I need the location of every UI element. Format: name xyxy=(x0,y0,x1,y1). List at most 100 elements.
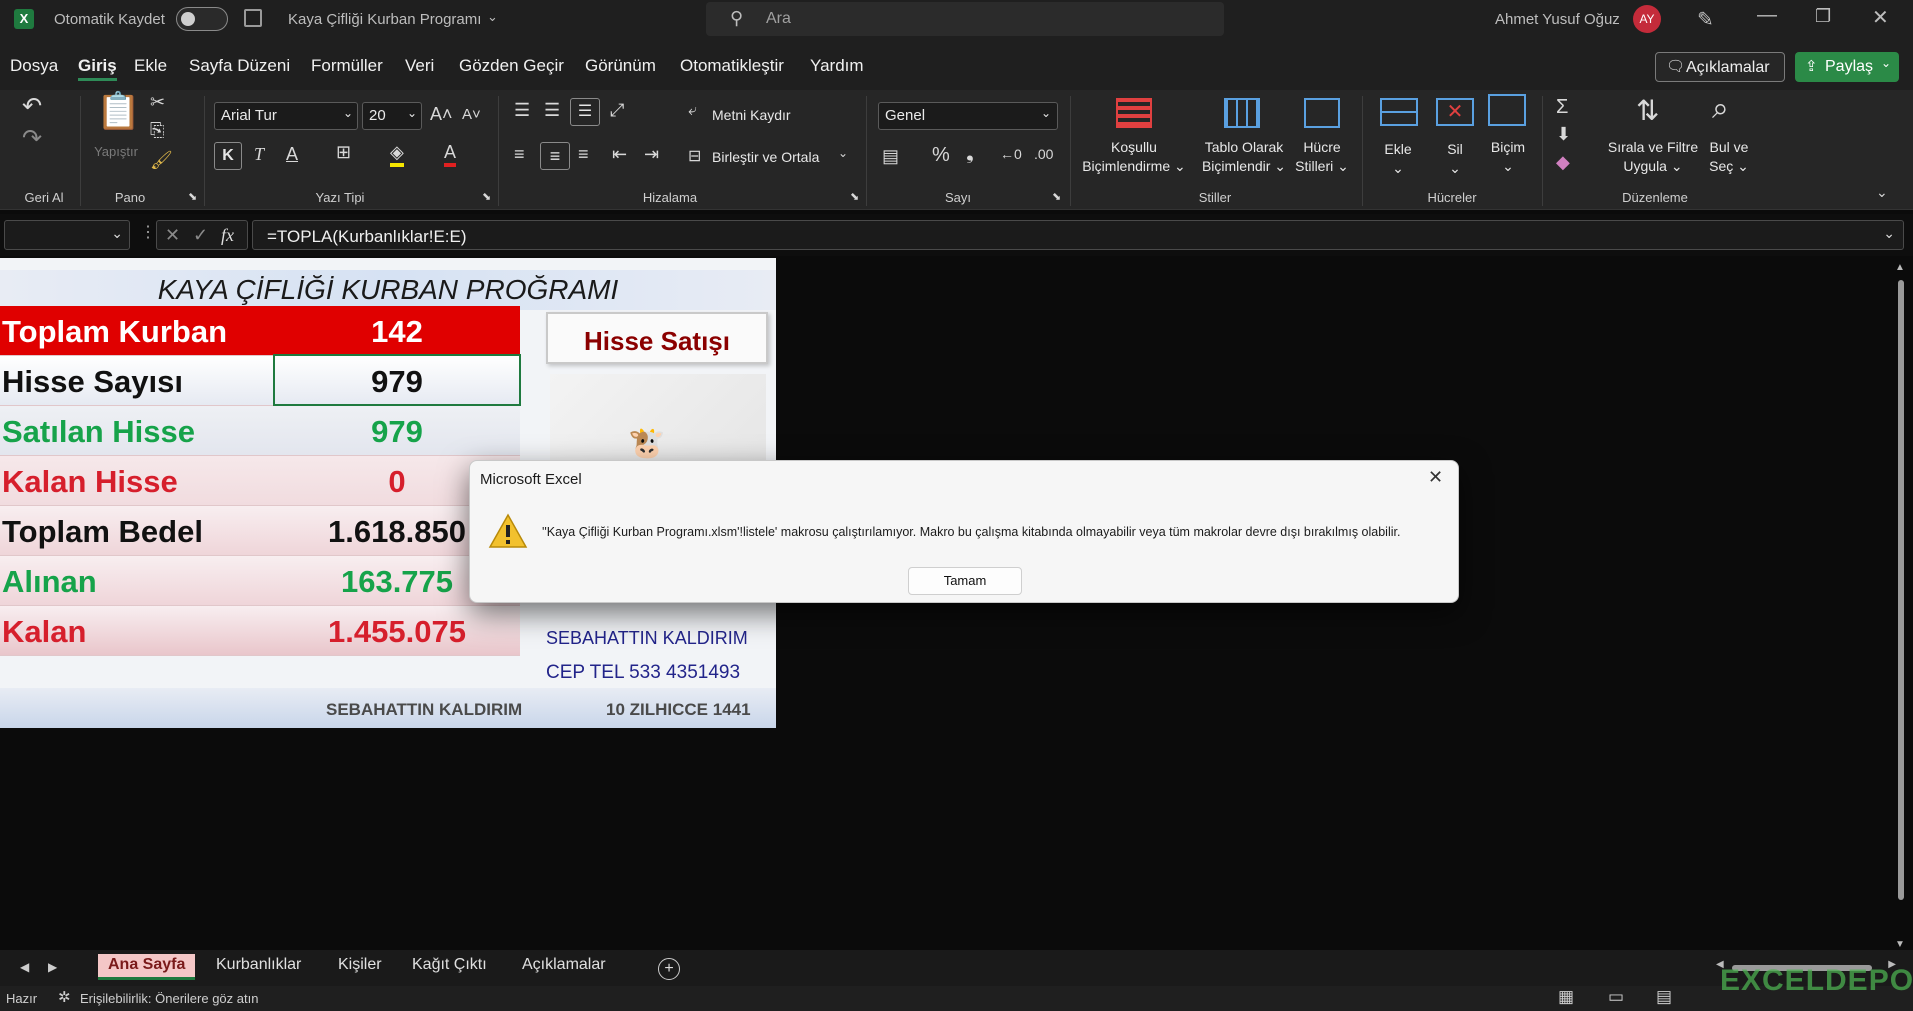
document-title[interactable]: Kaya Çifliği Kurban Programı xyxy=(288,11,481,28)
increase-font-icon[interactable]: A˄ xyxy=(430,104,453,125)
page-layout-icon[interactable]: ▭ xyxy=(1608,987,1624,1007)
paste-icon[interactable]: 📋 xyxy=(96,90,141,132)
format-cells-button[interactable]: Biçim ⌄ xyxy=(1484,138,1532,176)
format-as-table-button[interactable]: Tablo Olarak Biçimlendir ⌄ xyxy=(1194,138,1294,176)
collapse-ribbon-icon[interactable]: ⌄ xyxy=(1876,184,1888,201)
align-right-icon[interactable]: ≡ xyxy=(578,144,589,165)
italic-button[interactable]: T xyxy=(254,144,264,165)
vertical-scrollbar[interactable]: ▲ ▼ xyxy=(1895,262,1907,950)
format-painter-icon[interactable]: 🖌 xyxy=(150,150,173,171)
increase-indent-icon[interactable]: ⇥ xyxy=(644,144,659,165)
ok-button[interactable]: Tamam xyxy=(908,567,1022,595)
fill-color-icon[interactable]: ◈ xyxy=(390,142,404,167)
orientation-icon[interactable]: ⤢ xyxy=(610,100,624,121)
redo-icon[interactable]: ↷ xyxy=(22,124,42,153)
chevron-down-icon[interactable]: ⌄ xyxy=(838,146,848,160)
minimize-icon[interactable]: — xyxy=(1757,4,1777,27)
dialog-close-icon[interactable]: ✕ xyxy=(1428,467,1443,488)
cell-styles-button[interactable]: Hücre Stilleri ⌄ xyxy=(1290,138,1354,176)
decrease-decimal-icon[interactable]: .00 xyxy=(1034,146,1053,162)
merge-icon[interactable]: ⊟ xyxy=(688,146,701,166)
paste-button[interactable]: Yapıştır xyxy=(88,142,144,161)
formula-input[interactable]: =TOPLA(Kurbanlıklar!E:E) ⌄ xyxy=(252,220,1904,250)
name-box[interactable]: ⌄ xyxy=(4,220,130,250)
sheet-tab-aciklamalar[interactable]: Açıklamalar xyxy=(512,954,616,980)
font-name-select[interactable]: Arial Tur ⌄ xyxy=(214,102,358,130)
dialog-launcher-icon[interactable]: ⬊ xyxy=(482,190,491,203)
hisse-satisi-button[interactable]: Hisse Satışı xyxy=(546,312,768,364)
sheet-tab-kagit-cikti[interactable]: Kağıt Çıktı xyxy=(402,954,497,980)
tab-formuller[interactable]: Formüller xyxy=(311,56,383,76)
fill-icon[interactable]: ⬇ xyxy=(1556,124,1571,145)
wrap-text-icon[interactable]: ⤶ xyxy=(688,102,697,120)
pen-icon[interactable]: ✎ xyxy=(1697,7,1714,32)
tab-dosya[interactable]: Dosya xyxy=(10,56,58,76)
user-name[interactable]: Ahmet Yusuf Oğuz xyxy=(1495,11,1620,28)
undo-icon[interactable]: ↶ xyxy=(22,92,42,121)
close-icon[interactable]: ✕ xyxy=(1872,5,1889,30)
sheet-tab-kurbanliklar[interactable]: Kurbanlıklar xyxy=(206,954,311,980)
insert-cells-button[interactable]: Ekle ⌄ xyxy=(1376,140,1420,178)
page-break-icon[interactable]: ▤ xyxy=(1656,987,1672,1007)
underline-button[interactable]: A xyxy=(286,144,298,165)
sheet-tab-ana-sayfa[interactable]: Ana Sayfa xyxy=(98,954,196,980)
number-format-select[interactable]: Genel ⌄ xyxy=(878,102,1058,130)
borders-icon[interactable]: ⊞ xyxy=(336,142,351,163)
tab-veri[interactable]: Veri xyxy=(405,56,434,76)
cut-icon[interactable]: ✂ xyxy=(150,92,165,113)
function-icon[interactable]: fx xyxy=(221,225,234,246)
copy-icon[interactable]: ⎘ xyxy=(150,120,164,141)
search-box[interactable]: ⚲ Ara xyxy=(706,2,1224,36)
clear-icon[interactable]: ◆ xyxy=(1556,152,1570,173)
conditional-format-button[interactable]: Koşullu Biçimlendirme ⌄ xyxy=(1078,138,1190,176)
chevron-down-icon[interactable]: ⌄ xyxy=(487,9,498,25)
bold-button[interactable]: K xyxy=(214,142,242,170)
scroll-left-icon[interactable]: ◀ xyxy=(20,960,29,974)
align-center-button[interactable]: ≡ xyxy=(540,142,570,170)
share-button[interactable]: ⇪ Paylaş ⌄ xyxy=(1795,52,1899,82)
decrease-indent-icon[interactable]: ⇤ xyxy=(612,144,627,165)
percent-button[interactable]: % xyxy=(932,144,950,167)
align-left-icon[interactable]: ≡ xyxy=(514,144,525,165)
restore-icon[interactable]: ❐ xyxy=(1815,6,1831,27)
find-select-button[interactable]: Bul ve Seç ⌄ xyxy=(1700,138,1758,176)
font-color-icon[interactable]: A xyxy=(444,142,457,167)
tab-gorunum[interactable]: Görünüm xyxy=(585,56,656,76)
scroll-right-icon[interactable]: ▶ xyxy=(48,960,57,974)
accessibility-status[interactable]: Erişilebilirlik: Önerilere göz atın xyxy=(80,991,258,1006)
align-middle-icon[interactable]: ☰ xyxy=(544,100,560,121)
wrap-text-button[interactable]: Metni Kaydır xyxy=(712,106,791,125)
chevron-down-icon: ⌄ xyxy=(111,225,123,241)
row-hisse-sayisi[interactable]: Hisse Sayısı 979 xyxy=(0,354,521,406)
autosave-toggle[interactable] xyxy=(176,7,228,31)
normal-view-icon[interactable]: ▦ xyxy=(1558,987,1574,1007)
tab-ekle[interactable]: Ekle xyxy=(134,56,167,76)
confirm-icon[interactable]: ✓ xyxy=(193,225,208,246)
dialog-launcher-icon[interactable]: ⬊ xyxy=(850,190,859,203)
sort-filter-button[interactable]: Sırala ve Filtre Uygula ⌄ xyxy=(1600,138,1706,176)
align-top-icon[interactable]: ☰ xyxy=(514,100,530,121)
save-icon[interactable] xyxy=(244,9,262,27)
dialog-launcher-icon[interactable]: ⬊ xyxy=(1052,190,1061,203)
accounting-format-icon[interactable]: ▤ xyxy=(882,146,899,167)
merge-center-button[interactable]: Birleştir ve Ortala xyxy=(712,148,819,167)
tab-yardim[interactable]: Yardım xyxy=(810,56,864,76)
delete-cells-button[interactable]: Sil ⌄ xyxy=(1434,140,1476,178)
align-bottom-button[interactable]: ☰ xyxy=(570,98,600,126)
tab-sayfa-duzeni[interactable]: Sayfa Düzeni xyxy=(189,56,290,76)
comma-style-icon[interactable]: ❟ xyxy=(966,142,974,165)
tab-giris[interactable]: Giriş xyxy=(78,56,117,81)
cancel-icon[interactable]: ✕ xyxy=(165,225,180,246)
sheet-tab-kisiler[interactable]: Kişiler xyxy=(328,954,392,980)
add-sheet-button[interactable]: + xyxy=(658,958,680,980)
dialog-launcher-icon[interactable]: ⬊ xyxy=(188,190,197,203)
font-size-select[interactable]: 20 ⌄ xyxy=(362,102,422,130)
avatar[interactable]: AY xyxy=(1633,5,1661,33)
increase-decimal-icon[interactable]: ←0 xyxy=(1000,146,1022,162)
autosum-icon[interactable]: Σ xyxy=(1556,96,1568,119)
tab-otomatiklestir[interactable]: Otomatikleştir xyxy=(680,56,784,76)
chevron-down-icon: ⌄ xyxy=(1040,106,1051,120)
tab-gozden-gecir[interactable]: Gözden Geçir xyxy=(459,56,564,76)
decrease-font-icon[interactable]: A˅ xyxy=(462,106,481,123)
comments-button[interactable]: 🗨 Açıklamalar xyxy=(1655,52,1785,82)
